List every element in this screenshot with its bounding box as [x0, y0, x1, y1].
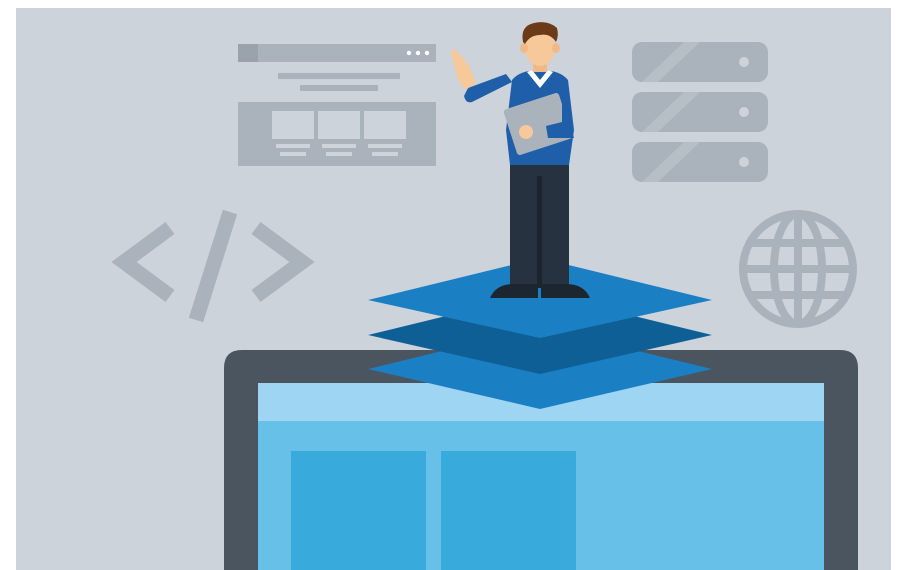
illustration-canvas: [0, 0, 907, 570]
screen-panel-right: [441, 451, 576, 570]
globe-icon: [739, 210, 857, 328]
screen-panel-left: [291, 451, 426, 570]
server-stack-icon: [632, 42, 768, 182]
